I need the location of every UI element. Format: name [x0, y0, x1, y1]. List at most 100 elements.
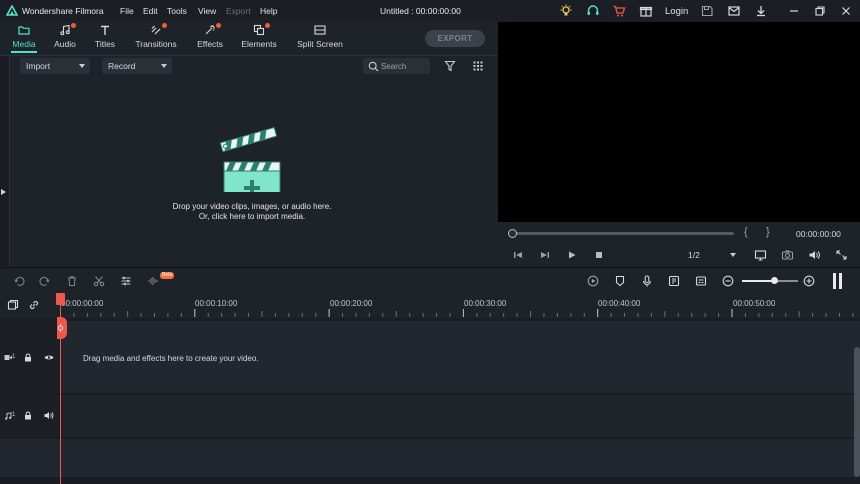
ruler-ticks: [60, 309, 854, 317]
fullscreen-icon[interactable]: [835, 249, 848, 261]
tab-label: Audio: [54, 39, 76, 49]
drop-hint-line2[interactable]: Or, click here to import media.: [110, 212, 394, 222]
link-icon[interactable]: [28, 299, 40, 311]
display-icon[interactable]: [754, 249, 767, 261]
ruler-time: 00:00:20:00: [330, 299, 373, 308]
redo-icon[interactable]: [39, 275, 51, 287]
notification-dot: [216, 23, 221, 28]
undo-icon[interactable]: [13, 275, 25, 287]
lock-icon[interactable]: [24, 353, 32, 362]
search-icon: [368, 61, 379, 72]
menu-file[interactable]: File: [120, 6, 134, 16]
menu-edit[interactable]: Edit: [143, 6, 158, 16]
menu-export[interactable]: Export: [226, 6, 251, 16]
minimize-icon[interactable]: [787, 4, 801, 18]
tab-titles[interactable]: Titles: [90, 24, 120, 54]
zoom-slider-handle[interactable]: [771, 277, 778, 284]
mail-icon[interactable]: [727, 4, 741, 18]
player-controls: { } 00:00:00:00 1/2: [498, 222, 860, 266]
play-icon[interactable]: [566, 249, 578, 261]
subtitle-icon[interactable]: [695, 275, 707, 287]
tab-media[interactable]: Media: [6, 24, 42, 54]
speaker-icon[interactable]: [44, 411, 54, 420]
add-track-icon[interactable]: [7, 299, 19, 311]
login-link[interactable]: Login: [665, 6, 688, 17]
eye-icon[interactable]: [44, 354, 54, 361]
render-preview-icon[interactable]: [587, 275, 599, 287]
ratio-value: 1/2: [688, 250, 700, 260]
collapsed-sidebar[interactable]: [0, 56, 10, 266]
chevron-down-icon: [79, 64, 85, 68]
effects-icon: [204, 23, 221, 36]
menu-view[interactable]: View: [198, 6, 216, 16]
adjust-icon[interactable]: [120, 275, 132, 287]
empty-track-area[interactable]: [0, 439, 860, 477]
export-button[interactable]: EXPORT: [425, 30, 485, 47]
pause-icon[interactable]: [833, 273, 843, 289]
elements-icon: [253, 23, 270, 36]
video-preview: [498, 22, 860, 222]
audio-track-header: 1: [0, 395, 60, 437]
record-label: Record: [108, 61, 136, 71]
zoom-out-icon[interactable]: [722, 275, 734, 287]
preview-quality-select[interactable]: 1/2: [688, 250, 738, 260]
audio-track[interactable]: 1: [0, 395, 860, 437]
search-input[interactable]: Search: [363, 58, 430, 74]
timeline-ruler[interactable]: 00:00:00:00 00:00:10:00 00:00:20:00 00:0…: [0, 293, 860, 319]
tab-transitions[interactable]: Transitions: [133, 23, 179, 54]
scrub-track[interactable]: [512, 232, 734, 235]
chevron-down-icon: [161, 64, 167, 68]
split-screen-icon: [314, 24, 326, 36]
audio-stretch-icon[interactable]: [147, 275, 159, 287]
mark-in-icon[interactable]: {: [744, 226, 748, 238]
playhead-scissor-handle[interactable]: [57, 317, 67, 339]
delete-icon[interactable]: [66, 275, 78, 287]
chevron-down-icon: [730, 253, 736, 257]
bulb-icon[interactable]: [559, 4, 573, 18]
music-icon: [59, 23, 76, 36]
prev-frame-icon[interactable]: [512, 249, 524, 261]
menu-tools[interactable]: Tools: [167, 6, 187, 16]
tab-effects[interactable]: Effects: [194, 23, 226, 54]
lock-icon[interactable]: [24, 411, 32, 420]
menu-help[interactable]: Help: [260, 6, 277, 16]
record-dropdown[interactable]: Record: [102, 58, 172, 74]
import-dropdown[interactable]: Import: [20, 58, 90, 74]
zoom-in-icon[interactable]: [803, 275, 815, 287]
volume-icon[interactable]: [808, 249, 821, 261]
import-label: Import: [26, 61, 51, 71]
tab-elements[interactable]: Elements: [240, 23, 278, 54]
audio-track-number: 1: [12, 412, 16, 418]
save-icon[interactable]: [700, 4, 714, 18]
cut-icon[interactable]: [93, 275, 105, 287]
ruler-time: 00:00:30:00: [464, 299, 507, 308]
restore-icon[interactable]: [813, 4, 827, 18]
drag-hint: Drag media and effects here to create yo…: [83, 354, 259, 363]
grid-view-icon[interactable]: [472, 60, 484, 72]
clapperboard-import-icon[interactable]: [219, 124, 285, 192]
ruler-time: 00:00:50:00: [733, 299, 776, 308]
microphone-icon[interactable]: [641, 275, 653, 287]
tab-label: Effects: [197, 39, 223, 49]
scrub-handle[interactable]: [508, 229, 517, 238]
tab-split-screen[interactable]: Split Screen: [296, 24, 344, 54]
drop-hint-line1: Drop your video clips, images, or audio …: [172, 202, 332, 211]
text-icon: [99, 24, 111, 36]
gift-icon[interactable]: [639, 4, 653, 18]
next-frame-icon[interactable]: [539, 249, 551, 261]
voiceover-icon[interactable]: [668, 275, 680, 287]
stop-icon[interactable]: [593, 249, 605, 261]
video-track[interactable]: 1 Drag media and effects here to create …: [0, 321, 860, 393]
filter-icon[interactable]: [444, 60, 456, 72]
cart-icon[interactable]: [612, 4, 626, 18]
tab-audio[interactable]: Audio: [50, 23, 80, 54]
marker-icon[interactable]: [614, 275, 626, 287]
mark-out-icon[interactable]: }: [766, 226, 770, 238]
expand-arrow-icon[interactable]: [1, 189, 6, 195]
close-icon[interactable]: [839, 4, 853, 18]
headset-icon[interactable]: [586, 4, 600, 18]
vertical-scrollbar[interactable]: [854, 347, 860, 477]
snapshot-icon[interactable]: [781, 249, 794, 261]
download-icon[interactable]: [754, 4, 768, 18]
playhead-handle[interactable]: [56, 293, 65, 305]
